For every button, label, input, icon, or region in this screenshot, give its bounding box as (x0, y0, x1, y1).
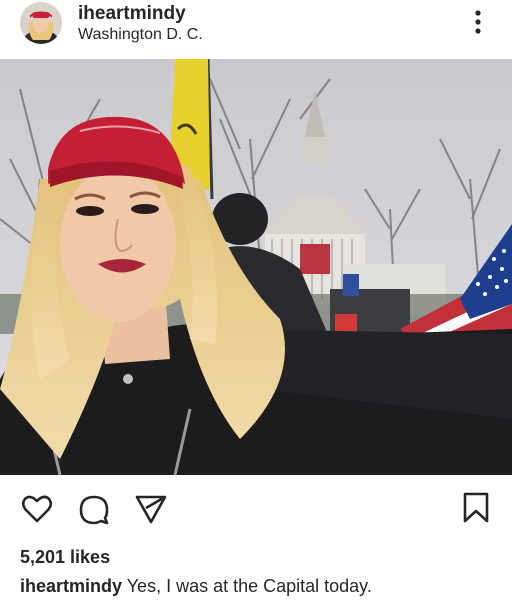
heart-icon[interactable] (20, 492, 54, 526)
bookmark-icon[interactable] (461, 491, 491, 525)
post-caption: iheartmindy Yes, I was at the Capital to… (20, 576, 372, 597)
caption-username[interactable]: iheartmindy (20, 576, 122, 596)
caption-text: Yes, I was at the Capital today. (122, 576, 372, 596)
comment-icon[interactable] (77, 492, 111, 526)
post-location[interactable]: Washington D. C. (78, 26, 203, 44)
post-photo[interactable] (0, 59, 512, 475)
selfie-photo-illustration (0, 59, 512, 475)
like-count[interactable]: 5,201 likes (20, 547, 110, 568)
share-icon[interactable] (134, 493, 168, 525)
post-username[interactable]: iheartmindy (78, 3, 186, 25)
avatar-image (20, 2, 62, 44)
post-header: iheartmindy Washington D. C. (0, 0, 512, 58)
more-options-icon[interactable] (464, 8, 492, 38)
avatar[interactable] (20, 2, 62, 44)
